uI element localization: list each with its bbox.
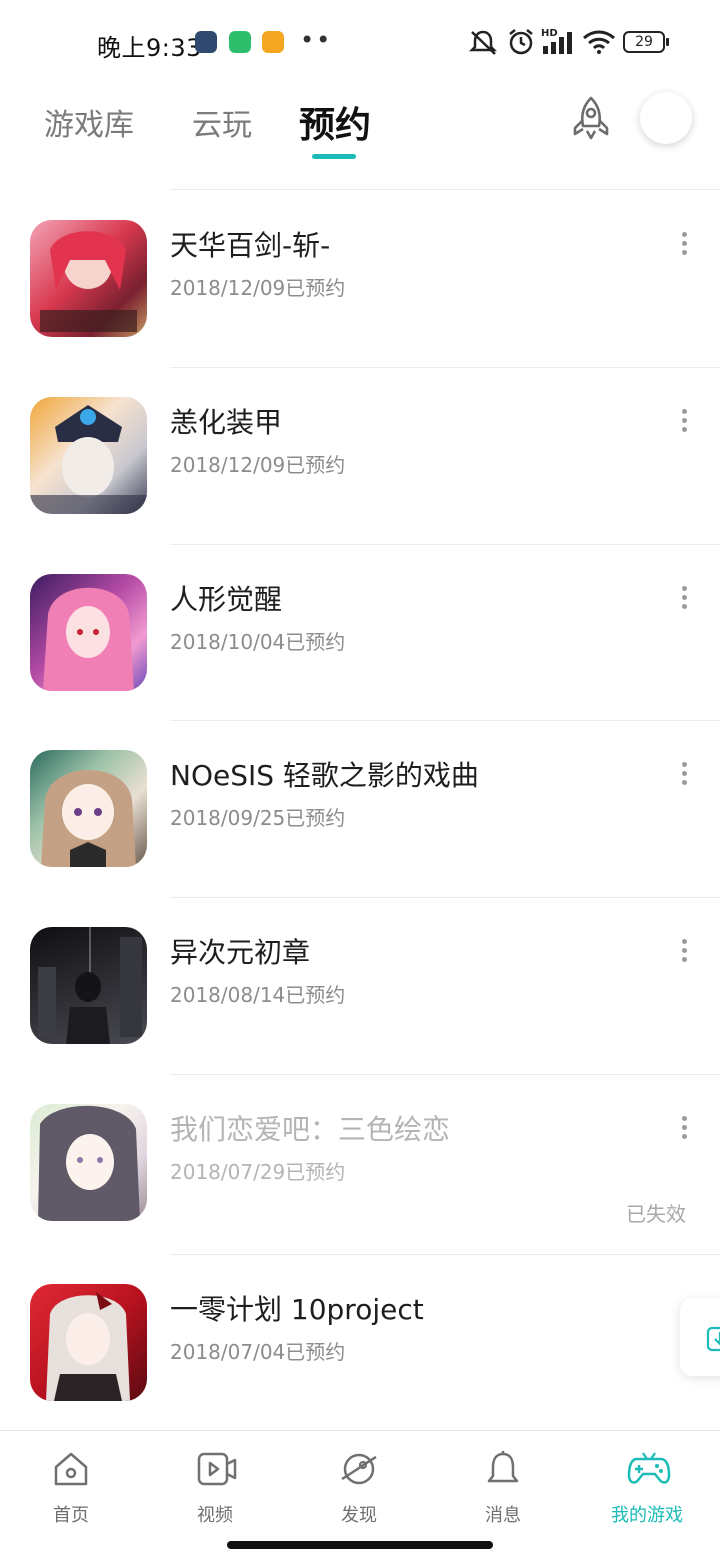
message-notification-icon — [262, 31, 284, 53]
game-name: 天华百剑-斩- — [170, 229, 331, 262]
more-notifications-icon: •• — [300, 26, 333, 54]
game-icon-tianhua[interactable] — [30, 220, 147, 337]
nav-label: 首页 — [53, 1505, 89, 1526]
battery-level: 29 — [635, 34, 653, 50]
alarm-icon — [509, 29, 533, 55]
battery-icon: 29 — [623, 31, 665, 53]
more-options-button[interactable] — [670, 405, 698, 435]
rocket-icon[interactable] — [566, 94, 616, 144]
more-options-button[interactable] — [670, 935, 698, 965]
game-list-item[interactable]: 恙化装甲 2018/12/09已预约 — [0, 367, 720, 544]
game-list-item[interactable]: 我们恋爱吧：三色绘恋 2018/07/29已预约 已失效 — [0, 1074, 720, 1254]
game-name: 我们恋爱吧：三色绘恋 — [170, 1113, 451, 1146]
reservation-date: 2018/10/04已预约 — [170, 630, 346, 654]
reservation-date: 2018/07/29已预约 — [170, 1160, 346, 1184]
nav-home[interactable]: 首页 — [11, 1445, 131, 1531]
download-icon — [706, 1326, 720, 1352]
nav-label: 我的游戏 — [611, 1505, 683, 1526]
game-list-item[interactable]: NOeSIS 轻歌之影的戏曲 2018/09/25已预约 — [0, 720, 720, 897]
more-options-button[interactable] — [670, 582, 698, 612]
mute-icon — [468, 30, 498, 55]
user-avatar[interactable] — [640, 92, 692, 144]
nav-my-games[interactable]: 我的游戏 — [587, 1445, 707, 1531]
nav-messages[interactable]: 消息 — [443, 1445, 563, 1531]
status-bar: 晚上9:33 •• HD 29 — [0, 0, 720, 86]
battery-tip — [666, 38, 669, 46]
more-options-button[interactable] — [670, 1112, 698, 1142]
game-icon-fighting-armor[interactable] — [30, 397, 147, 514]
nav-label: 发现 — [341, 1505, 377, 1526]
game-name: 异次元初章 — [170, 936, 311, 969]
home-indicator[interactable] — [227, 1541, 493, 1549]
reservation-date: 2018/12/09已预约 — [170, 276, 346, 300]
nav-video[interactable]: 视频 — [155, 1445, 275, 1531]
reservation-date: 2018/09/25已预约 — [170, 806, 346, 830]
game-icon-10project[interactable] — [30, 1284, 147, 1401]
status-time: 晚上9:33 — [97, 34, 202, 62]
bell-icon — [487, 1451, 519, 1483]
game-list-item[interactable]: 异次元初章 2018/08/14已预约 — [0, 897, 720, 1074]
game-list-item[interactable]: 一零计划 10project 2018/07/04已预约 — [0, 1254, 720, 1430]
game-name: 恙化装甲 — [170, 406, 283, 439]
home-icon — [54, 1452, 88, 1486]
shield-notification-icon — [229, 31, 251, 53]
tab-game-library[interactable]: 游戏库 — [44, 100, 134, 144]
video-icon — [197, 1452, 237, 1486]
planet-icon — [341, 1453, 377, 1485]
gamepad-icon — [627, 1452, 671, 1484]
game-icon-doll-awakening[interactable] — [30, 574, 147, 691]
game-icon-other-dimension[interactable] — [30, 927, 147, 1044]
game-list-item[interactable]: 人形觉醒 2018/10/04已预约 — [0, 544, 720, 721]
tab-cloud-play[interactable]: 云玩 — [192, 100, 252, 144]
tab-indicator — [312, 154, 356, 159]
reservation-date: 2018/07/04已预约 — [170, 1340, 346, 1364]
wifi-icon — [583, 30, 615, 54]
reservation-date: 2018/08/14已预约 — [170, 983, 346, 1007]
tab-reservation[interactable]: 预约 — [299, 96, 371, 148]
game-name: NOeSIS 轻歌之影的戏曲 — [170, 759, 479, 792]
game-icon-noesis[interactable] — [30, 750, 147, 867]
floating-download-button[interactable] — [680, 1298, 720, 1376]
reservation-date: 2018/12/09已预约 — [170, 453, 346, 477]
signal-icon — [543, 32, 572, 54]
game-icon-tricolor-love[interactable] — [30, 1104, 147, 1221]
expired-status-label: 已失效 — [626, 1202, 686, 1226]
nav-label: 消息 — [485, 1505, 521, 1526]
game-name: 人形觉醒 — [170, 583, 283, 616]
more-options-button[interactable] — [670, 758, 698, 788]
nav-label: 视频 — [197, 1505, 233, 1526]
more-options-button[interactable] — [670, 228, 698, 258]
game-name: 一零计划 10project — [170, 1293, 424, 1326]
app-notification-icon — [195, 31, 217, 53]
nav-discover[interactable]: 发现 — [299, 1445, 419, 1531]
game-list-item[interactable]: 天华百剑-斩- 2018/12/09已预约 — [0, 190, 720, 367]
